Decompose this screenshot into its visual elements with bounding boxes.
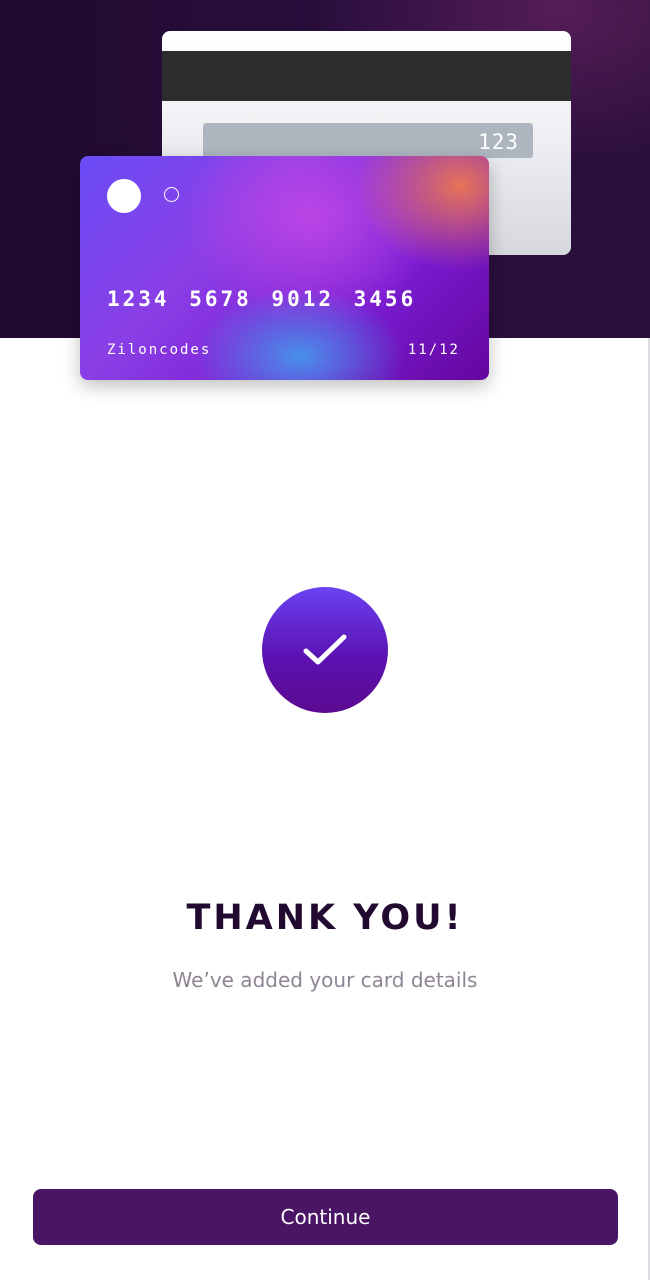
checkmark-icon [303, 634, 347, 665]
card-number: 1234 5678 9012 3456 [107, 287, 417, 311]
card-front: 1234 5678 9012 3456 Ziloncodes 11/12 [80, 156, 489, 380]
confirmation-subtitle: We’ve added your card details [172, 968, 478, 992]
success-badge [262, 587, 388, 713]
continue-button[interactable]: Continue [33, 1189, 618, 1245]
card-holder-name: Ziloncodes [107, 342, 212, 358]
card-logo-outline-circle [164, 187, 179, 202]
card-logo-filled-circle [107, 179, 141, 213]
magnetic-stripe [162, 51, 571, 101]
thank-you-title: THANK YOU! [186, 898, 464, 938]
card-cvc: 123 [478, 130, 519, 154]
card-expiry: 11/12 [407, 342, 460, 358]
